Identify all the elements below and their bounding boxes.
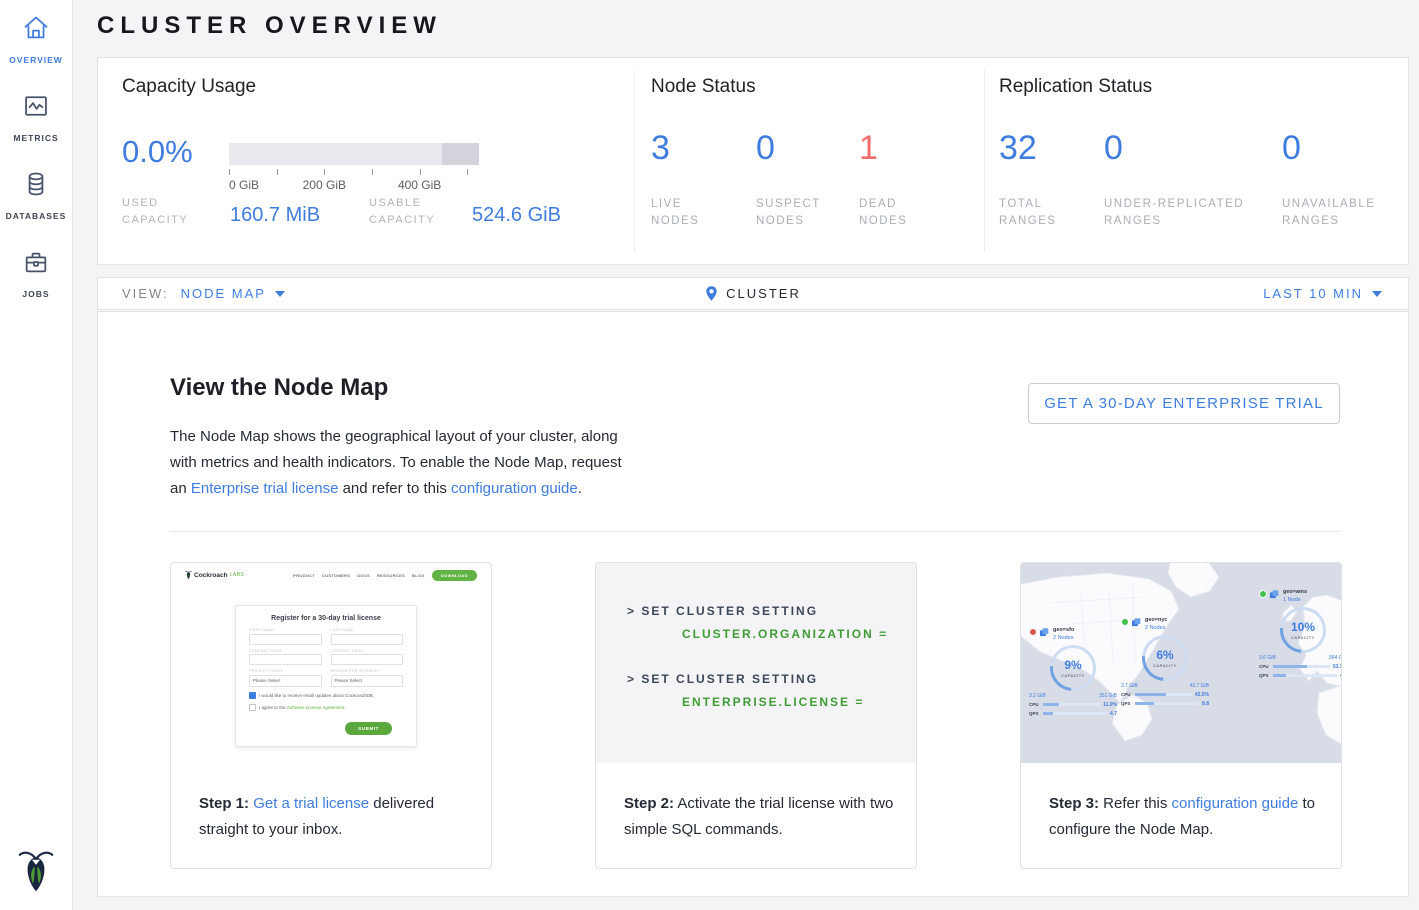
step-3-caption: Step 3: Refer this configuration guide t… bbox=[1049, 791, 1321, 843]
usable-capacity-value: 524.6 GiB bbox=[472, 204, 561, 227]
map-pin-icon bbox=[705, 285, 718, 302]
suspect-nodes-label: SUSPECTNODES bbox=[756, 196, 821, 230]
used-capacity-value: 160.7 MiB bbox=[230, 204, 320, 227]
sidebar: OVERVIEW METRICS DATABASES JOBS bbox=[0, 0, 73, 910]
mini-company-email-input bbox=[331, 654, 404, 665]
database-icon bbox=[22, 170, 50, 203]
mini-first-name-input bbox=[249, 634, 322, 645]
under-replicated-ranges-value: 0 bbox=[1104, 130, 1123, 166]
cockroachlabs-mini-logo: Cockroach LABS bbox=[185, 570, 244, 580]
mini-submit-button: SUBMIT bbox=[345, 722, 392, 735]
step-3-card: geo=sfo2 Nodes 9%CAPACITY 3.2 GiB351 GiB… bbox=[1020, 562, 1342, 869]
trial-signup-thumbnail: Cockroach LABS PRODUCT CUSTOMERS DOCS RE… bbox=[171, 563, 491, 763]
step-1-caption: Step 1: Get a trial license delivered st… bbox=[199, 791, 471, 843]
status-dot-green-icon bbox=[1121, 618, 1129, 626]
breadcrumb-cluster[interactable]: CLUSTER bbox=[726, 286, 801, 301]
sidebar-label-overview: OVERVIEW bbox=[9, 55, 63, 65]
mini-project-phase-select: Please Select bbox=[249, 675, 322, 687]
unavailable-ranges-label: UNAVAILABLERANGES bbox=[1282, 196, 1375, 230]
configuration-guide-link-2[interactable]: configuration guide bbox=[1172, 795, 1299, 812]
time-range-value[interactable]: LAST 10 MIN bbox=[1263, 286, 1363, 301]
configuration-guide-link[interactable]: configuration guide bbox=[451, 480, 578, 497]
under-replicated-ranges-label: UNDER-REPLICATEDRANGES bbox=[1104, 196, 1244, 230]
mini-last-name-input bbox=[331, 634, 404, 645]
page-title: CLUSTER OVERVIEW bbox=[97, 12, 442, 40]
enterprise-trial-license-link[interactable]: Enterprise trial license bbox=[191, 480, 339, 497]
metrics-chart-icon bbox=[22, 92, 50, 125]
unavailable-ranges-value: 0 bbox=[1282, 130, 1301, 166]
step-1-card: Cockroach LABS PRODUCT CUSTOMERS DOCS RE… bbox=[170, 562, 492, 869]
step-2-card: > SET CLUSTER SETTING CLUSTER.ORGANIZATI… bbox=[595, 562, 917, 869]
suspect-nodes-value: 0 bbox=[756, 130, 775, 166]
cockroach-bug-logo bbox=[0, 848, 72, 894]
cluster-overview-page: OVERVIEW METRICS DATABASES JOBS bbox=[0, 0, 1419, 910]
capacity-used-percent: 0.0% bbox=[122, 134, 193, 170]
status-dot-red-icon bbox=[1029, 628, 1037, 636]
used-capacity-label: USEDCAPACITY bbox=[122, 195, 188, 229]
capacity-usage-title: Capacity Usage bbox=[122, 76, 256, 98]
sidebar-label-jobs: JOBS bbox=[22, 289, 49, 299]
breadcrumb[interactable]: CLUSTER bbox=[98, 278, 1408, 309]
dead-nodes-value: 1 bbox=[859, 130, 878, 166]
node-map-heading: View the Node Map bbox=[170, 374, 388, 402]
node-map-thumbnail: geo=sfo2 Nodes 9%CAPACITY 3.2 GiB351 GiB… bbox=[1021, 563, 1341, 763]
dead-nodes-label: DEADNODES bbox=[859, 196, 907, 230]
node-status-title: Node Status bbox=[651, 76, 756, 98]
total-ranges-value: 32 bbox=[999, 130, 1037, 166]
map-cluster-sfo: geo=sfo2 Nodes 9%CAPACITY 3.2 GiB351 GiB… bbox=[1029, 627, 1117, 717]
capacity-bar-reserved-segment bbox=[442, 143, 480, 165]
sidebar-item-databases[interactable]: DATABASES bbox=[0, 156, 72, 234]
capacity-tick-200: 200 GiB bbox=[303, 178, 346, 192]
briefcase-icon bbox=[22, 248, 50, 281]
node-map-panel: View the Node Map The Node Map shows the… bbox=[97, 311, 1409, 897]
status-dot-green-icon bbox=[1259, 590, 1267, 598]
chevron-down-icon bbox=[1372, 291, 1382, 297]
replication-status-title: Replication Status bbox=[999, 76, 1152, 98]
mini-license-checkbox bbox=[249, 704, 256, 711]
mini-company-name-input bbox=[249, 654, 322, 665]
mini-updates-checkbox bbox=[249, 692, 256, 699]
capacity-tick-400: 400 GiB bbox=[398, 178, 441, 192]
get-trial-license-link[interactable]: Get a trial license bbox=[253, 795, 369, 812]
usable-capacity-label: USABLECAPACITY bbox=[369, 195, 435, 229]
sidebar-item-overview[interactable]: OVERVIEW bbox=[0, 0, 72, 78]
capacity-bar: 0 GiB 200 GiB 400 GiB bbox=[229, 143, 479, 203]
node-stack-icon bbox=[1270, 589, 1280, 599]
capacity-bar-track bbox=[229, 143, 479, 165]
sidebar-item-jobs[interactable]: JOBS bbox=[0, 234, 72, 312]
cockroach-bug-mini-icon bbox=[185, 570, 192, 580]
map-cluster-nyc: geo=nyc2 Nodes 6%CAPACITY 3.7 GiB43.7 Gi… bbox=[1121, 617, 1209, 707]
mini-site-nav: PRODUCT CUSTOMERS DOCS RESOURCES BLOG DO… bbox=[293, 570, 477, 581]
capacity-tick-0: 0 GiB bbox=[229, 178, 259, 192]
node-map-description: The Node Map shows the geographical layo… bbox=[170, 424, 625, 502]
mini-registration-form: Register for a 30-day trial license FIRS… bbox=[235, 605, 417, 747]
view-bar: VIEW: NODE MAP CLUSTER LAST 10 MIN bbox=[97, 277, 1409, 310]
mini-download-button: DOWNLOAD bbox=[432, 570, 477, 581]
enterprise-trial-button[interactable]: GET A 30-DAY ENTERPRISE TRIAL bbox=[1028, 383, 1340, 424]
mini-reason-select: Please Select bbox=[331, 675, 404, 687]
sql-commands-thumbnail: > SET CLUSTER SETTING CLUSTER.ORGANIZATI… bbox=[596, 563, 916, 763]
time-range-selector[interactable]: LAST 10 MIN bbox=[1263, 278, 1382, 309]
mini-form-title: Register for a 30-day trial license bbox=[236, 615, 416, 622]
sidebar-item-metrics[interactable]: METRICS bbox=[0, 78, 72, 156]
node-stack-icon bbox=[1132, 617, 1142, 627]
step-2-caption: Step 2: Activate the trial license with … bbox=[624, 791, 896, 843]
cluster-summary-card: Capacity Usage 0.0% 0 GiB 200 GiB 400 Gi… bbox=[97, 57, 1409, 265]
total-ranges-label: TOTALRANGES bbox=[999, 196, 1057, 230]
home-icon bbox=[22, 14, 50, 47]
live-nodes-label: LIVENODES bbox=[651, 196, 699, 230]
node-stack-icon bbox=[1040, 627, 1050, 637]
sidebar-label-databases: DATABASES bbox=[6, 211, 67, 221]
sidebar-label-metrics: METRICS bbox=[13, 133, 58, 143]
live-nodes-value: 3 bbox=[651, 130, 670, 166]
map-cluster-ams: geo=ams1 Node 10%CAPACITY 3.6 GiB364 GiB… bbox=[1259, 589, 1341, 679]
section-divider bbox=[170, 531, 1340, 532]
